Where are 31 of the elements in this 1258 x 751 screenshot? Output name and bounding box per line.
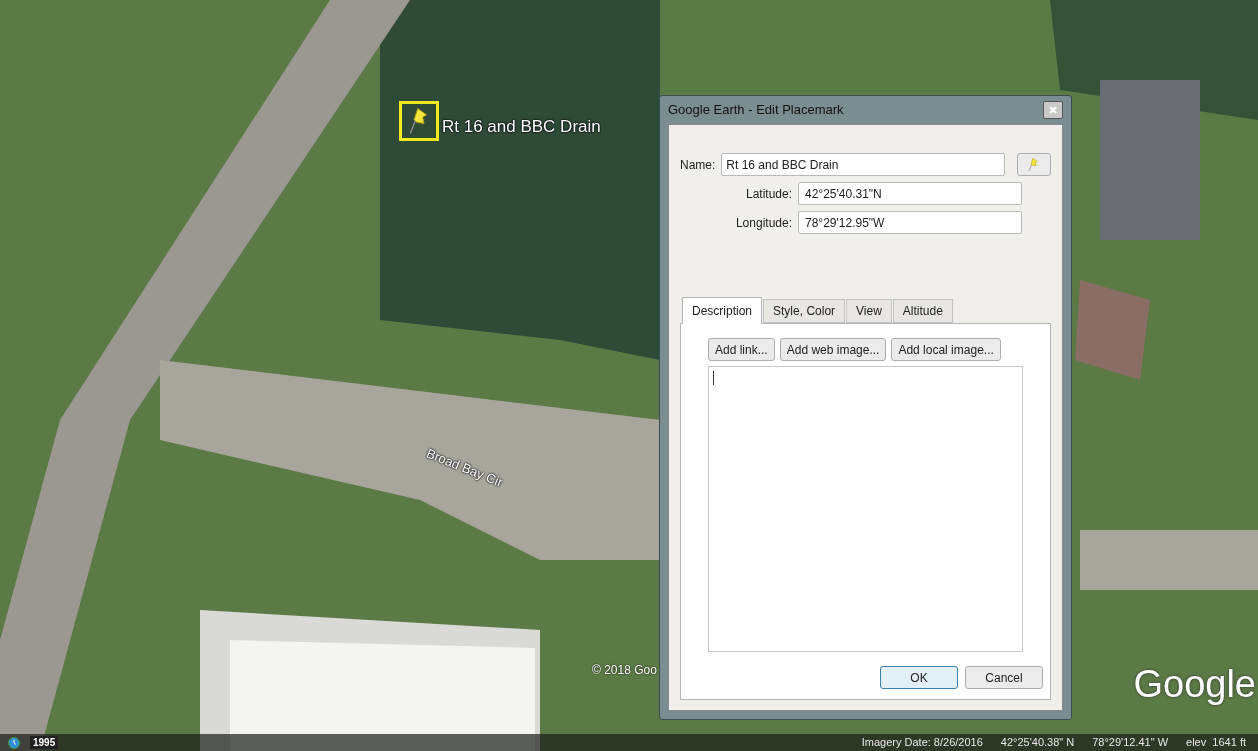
add-content-button[interactable]: Add local image... bbox=[891, 338, 1001, 361]
coordinate-input[interactable]: 42°25'40.31"N bbox=[798, 182, 1022, 205]
dialog-tab[interactable]: Altitude bbox=[892, 299, 953, 323]
clock-icon[interactable] bbox=[8, 736, 20, 749]
close-button[interactable] bbox=[1043, 101, 1063, 119]
history-year-badge[interactable]: 1995 bbox=[30, 736, 59, 749]
dialog-tab[interactable]: Description bbox=[682, 297, 763, 324]
add-content-button[interactable]: Add web image... bbox=[779, 338, 887, 361]
dialog-button[interactable]: Cancel bbox=[965, 666, 1043, 689]
imagery-date-text: Imagery Date: 8/26/2016 bbox=[861, 735, 983, 751]
text-cursor bbox=[713, 371, 714, 385]
latitude-readout: 42°25'40.38" N bbox=[1000, 735, 1075, 751]
dialog-title: Google Earth - Edit Placemark bbox=[668, 101, 844, 120]
dialog-button[interactable]: OK bbox=[880, 666, 958, 689]
coordinate-label: Latitude: bbox=[744, 185, 792, 203]
road-label: Broad Bay Cir bbox=[423, 444, 506, 492]
longitude-readout: 78°29'12.41" W bbox=[1092, 735, 1169, 751]
name-input[interactable]: Rt 16 and BBC Drain bbox=[721, 153, 1005, 176]
add-content-button[interactable]: Add link... bbox=[708, 338, 775, 361]
dialog-tab[interactable]: View bbox=[846, 299, 892, 323]
copyright-text: © 2018 Goo bbox=[592, 662, 657, 679]
dialog-tab[interactable]: Style, Color bbox=[763, 299, 846, 323]
map-logo: Google bbox=[1133, 665, 1256, 703]
elevation-readout: elev 1641 ft bbox=[1186, 735, 1246, 751]
coordinate-input[interactable]: 78°29'12.95"W bbox=[798, 211, 1022, 234]
pushpin-icon bbox=[1027, 157, 1041, 172]
placemark-selection-icon[interactable] bbox=[399, 101, 439, 141]
name-label: Name: bbox=[680, 156, 716, 174]
coordinate-label: Longitude: bbox=[734, 214, 792, 232]
placemark-label: Rt 16 and BBC Drain bbox=[442, 116, 601, 138]
close-icon bbox=[1048, 105, 1058, 115]
